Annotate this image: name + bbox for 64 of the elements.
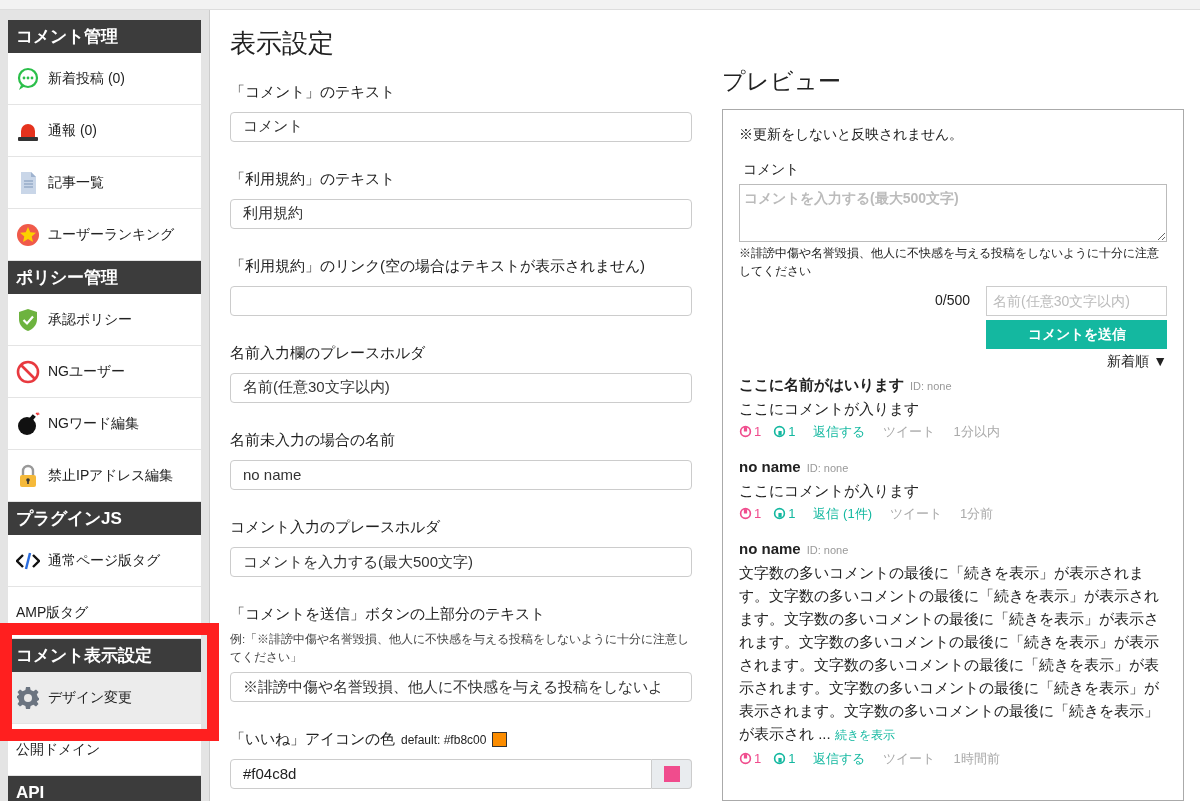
text-field[interactable]: [230, 285, 692, 317]
field-label: 「コメントを送信」ボタンの上部分のテキスト: [230, 604, 545, 625]
gear-icon: [16, 685, 40, 710]
sidebar-item[interactable]: NGワード編集: [8, 398, 201, 449]
caution-text: ※誹謗中傷や名誉毀損、他人に不快感を与える投稿をしないように十分に注意してください: [739, 245, 1160, 279]
text-field[interactable]: コメントを入力する(最大500文字): [230, 546, 692, 578]
commenter-id: ID: none: [806, 542, 849, 558]
commenter-name: ここに名前がはいります: [739, 374, 904, 395]
page-title: 表示設定: [230, 27, 335, 60]
thumbs-down-icon: [773, 425, 787, 439]
char-count: 0/500: [934, 291, 970, 310]
chat-bubble-icon: [16, 66, 40, 91]
section-header: ポリシー管理: [8, 261, 201, 294]
comment-body: 文字数の多いコメントの最後に「続きを表示」が表示されます。文字数の多いコメントの最後に「続きを表示」が表示されます。文字数の多いコメントの最後に「続きを表示」が表示されます。文字数の多いコメントの最後に「続きを表示」が表示されます。文字数の多いコメントの最後に「続きを表示」が表示されます。文字数の多いコメントの最後に「続きを表示」が表示されます。文字数の多いコメントの最後に「続きを表示」が表示され ... 続きを表示: [739, 563, 1160, 744]
comment-textarea[interactable]: コメントを入力する(最大500文字): [739, 183, 1167, 242]
sidebar-item[interactable]: 禁止IPアドレス編集: [8, 450, 201, 501]
section-header: API: [8, 776, 201, 801]
text-field[interactable]: no name: [230, 459, 692, 491]
bomb-icon: [16, 411, 40, 436]
sidebar-item[interactable]: NGユーザー: [8, 346, 201, 397]
comment-time: 1分以内: [953, 423, 1000, 441]
prohibited-icon: [16, 359, 40, 384]
color-picker-button[interactable]: [652, 758, 692, 789]
preview-title: プレビュー: [722, 67, 842, 96]
commenter-name: no name: [739, 456, 801, 477]
shield-icon: [16, 307, 40, 332]
field-label: 「利用規約」のテキスト: [230, 169, 395, 190]
text-field[interactable]: コメント: [230, 111, 692, 143]
section-header: プラグインJS: [8, 502, 201, 535]
commenter-id: ID: none: [910, 378, 952, 394]
text-field[interactable]: 名前(任意30文字以内): [230, 372, 692, 404]
sidebar-item[interactable]: 承認ポリシー: [8, 294, 201, 345]
commenter-id: ID: none: [806, 460, 849, 476]
sort-dropdown[interactable]: 新着順 ▼: [1107, 350, 1167, 372]
commenter-name: no name: [739, 538, 801, 559]
comment-body: ここにコメントが入ります: [739, 481, 920, 501]
sidebar-item[interactable]: 新着投稿 (0): [8, 53, 201, 104]
thumbs-down-icon: [773, 507, 787, 521]
name-field[interactable]: 名前(任意30文字以内): [986, 285, 1167, 316]
thumbs-up-icon: [739, 507, 752, 521]
field-label: 「利用規約」のリンク(空の場合はテキストが表示されません): [230, 256, 645, 277]
sidebar-item[interactable]: 記事一覧: [8, 157, 201, 208]
field-label: 「コメント」のテキスト: [230, 82, 395, 102]
text-field[interactable]: 利用規約: [230, 198, 692, 230]
thumbs-up-icon: [739, 425, 752, 439]
field-hint: 例:「※誹謗中傷や名誉毀損、他人に不快感を与える投稿をしないように十分に注意してください」: [230, 631, 691, 665]
comment-time: 1分前: [959, 505, 994, 523]
text-field[interactable]: ※誹謗中傷や名誉毀損、他人に不快感を与える投稿をしないよ: [230, 671, 692, 703]
thumbs-up-icon: [739, 752, 752, 766]
field-label: 名前未入力の場合の名前: [230, 430, 395, 451]
thumbs-down-icon: [773, 752, 787, 766]
field-label: コメント入力のプレースホルダ: [230, 517, 440, 538]
color-value-field[interactable]: #f04c8d: [230, 758, 652, 789]
comment-label: コメント: [742, 159, 800, 179]
section-header: コメント管理: [8, 20, 201, 53]
comment-body: ここにコメントが入ります: [739, 399, 920, 419]
sidebar-item[interactable]: 通常ページ版タグ: [8, 535, 201, 586]
sidebar-item[interactable]: 通報 (0): [8, 105, 201, 156]
field-label: 「いいね」アイコンの色: [230, 729, 395, 750]
default-note: default: #fb8c00: [401, 731, 487, 749]
comment-time: 1時間前: [953, 750, 1000, 768]
field-label: 名前入力欄のプレースホルダ: [230, 343, 425, 364]
notice-text: ※更新をしないと反映されません。: [739, 124, 964, 144]
sidebar-item[interactable]: ユーザーランキング: [8, 209, 201, 260]
